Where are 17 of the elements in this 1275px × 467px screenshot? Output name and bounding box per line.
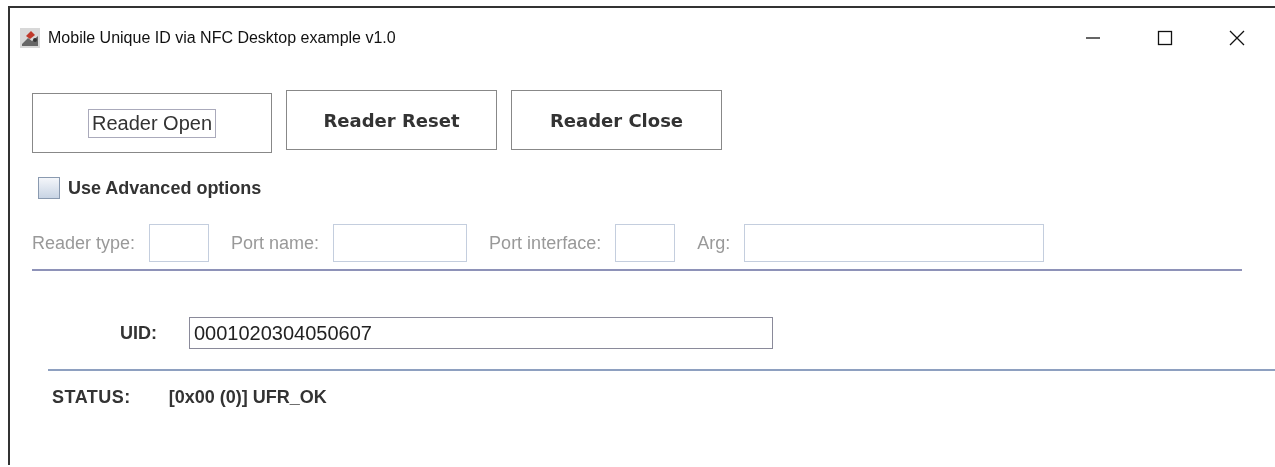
close-icon[interactable] — [1229, 30, 1245, 46]
status-text: [0x00 (0)] UFR_OK — [168, 387, 327, 408]
uid-field[interactable]: 0001020304050607 — [189, 317, 773, 349]
app-icon — [20, 28, 40, 48]
checkbox[interactable] — [38, 177, 60, 199]
checkbox-label: Use Advanced options — [68, 177, 262, 199]
field-label: Port interface: — [489, 232, 602, 254]
action-button[interactable]: Reader Reset — [286, 90, 497, 150]
action-button[interactable]: Reader Open — [32, 93, 272, 153]
window-title: Mobile Unique ID via NFC Desktop example v1.0 — [48, 29, 396, 47]
field-label: Reader type: — [32, 232, 136, 254]
field-label: Port name: — [231, 232, 320, 254]
action-button[interactable]: Reader Close — [511, 90, 722, 150]
maximize-icon[interactable] — [1157, 30, 1173, 46]
uid-label: UID: — [120, 322, 157, 344]
field-label: Arg: — [697, 232, 731, 254]
status-label: STATUS: — [52, 387, 131, 408]
